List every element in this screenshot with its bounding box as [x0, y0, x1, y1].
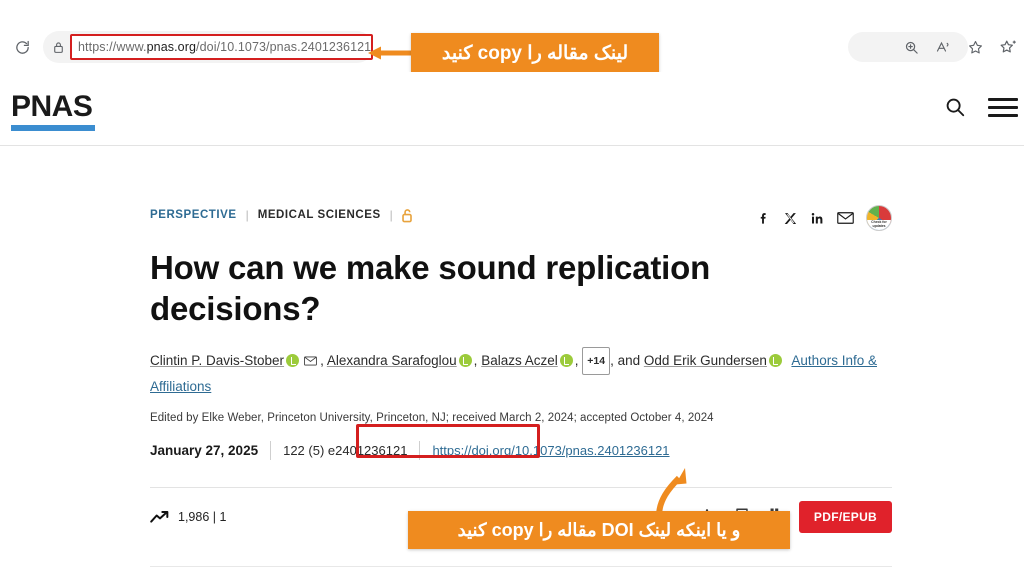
- kicker-separator-2: |: [389, 208, 393, 222]
- pnas-logo-rule: [11, 125, 95, 131]
- browser-window: https://www.pnas.org/doi/10.1073/pnas.24…: [0, 0, 1024, 576]
- pnas-logo[interactable]: PNAS: [11, 92, 95, 131]
- article-subject-label: MEDICAL SCIENCES: [257, 209, 381, 221]
- publication-date: January 27, 2025: [150, 442, 259, 458]
- orcid-icon[interactable]: [559, 354, 573, 367]
- hamburger-menu-icon[interactable]: [988, 97, 1018, 117]
- callout-copy-article-link: لینک مقاله را copy کنید: [411, 33, 659, 73]
- arrow-left-icon: [368, 46, 413, 60]
- doi-link-prefix[interactable]: https://doi.org: [432, 443, 511, 458]
- search-icon[interactable]: [944, 96, 966, 118]
- metrics-value: 1,986 | 1: [178, 509, 227, 524]
- pnas-logo-text: PNAS: [11, 90, 93, 123]
- url-text: https://www.pnas.org/doi/10.1073/pnas.24…: [78, 40, 372, 54]
- article-metrics: 1,986 | 1: [150, 510, 226, 524]
- author-sep-1: ,: [320, 353, 327, 368]
- zoom-icon[interactable]: [896, 32, 926, 62]
- orcid-icon[interactable]: [286, 354, 300, 367]
- site-header: [0, 72, 1024, 146]
- doi-link-suffix[interactable]: /10.1073/pnas.2401236121: [511, 443, 669, 458]
- favorite-star-icon[interactable]: [960, 32, 990, 62]
- social-share-bar: Check for updates: [756, 205, 892, 231]
- collections-icon[interactable]: [992, 32, 1022, 62]
- article-type-link[interactable]: PERSPECTIVE: [150, 209, 237, 221]
- doi-link-wrap: https://doi.org/10.1073/pnas.2401236121: [420, 443, 669, 458]
- pdf-epub-button[interactable]: PDF/EPUB: [798, 500, 892, 533]
- orcid-icon[interactable]: [768, 354, 782, 367]
- lock-icon: [53, 41, 64, 54]
- author-link-4[interactable]: Odd Erik Gundersen: [644, 353, 767, 368]
- author-link-1[interactable]: Clintin P. Davis-Stober: [150, 353, 284, 368]
- reload-icon[interactable]: [5, 30, 39, 64]
- author-sep-3: ,: [574, 353, 583, 368]
- more-authors-badge[interactable]: +14: [582, 347, 611, 375]
- linkedin-icon[interactable]: [810, 211, 825, 226]
- browser-toolbar-actions: [896, 22, 1024, 72]
- author-list: Clintin P. Davis-Stober, Alexandra Saraf…: [150, 347, 892, 399]
- issue-citation: 122 (5) e2401236121: [283, 442, 408, 458]
- x-twitter-icon[interactable]: [783, 211, 798, 226]
- url-highlight-box: https://www.pnas.org/doi/10.1073/pnas.24…: [70, 34, 374, 60]
- author-link-3[interactable]: Balazs Aczel: [481, 353, 558, 368]
- author-link-2[interactable]: Alexandra Sarafoglou: [327, 353, 457, 368]
- trending-up-icon: [150, 510, 170, 524]
- email-icon[interactable]: [837, 211, 854, 225]
- callout-bottom-text: و یا اینکه لینک DOI مقاله را copy کنید: [457, 519, 741, 540]
- address-bar[interactable]: https://www.pnas.org/doi/10.1073/pnas.24…: [43, 31, 374, 63]
- content-divider: [150, 566, 892, 567]
- read-aloud-icon[interactable]: [928, 32, 958, 62]
- article-title: How can we make sound replication decisi…: [150, 249, 711, 327]
- open-access-lock-icon: [402, 208, 414, 223]
- publication-line: January 27, 2025 122 (5) e2401236121 htt…: [150, 437, 892, 463]
- authors-conjunction: , and: [610, 353, 644, 368]
- callout-copy-doi-link: و یا اینکه لینک DOI مقاله را copy کنید: [408, 511, 790, 549]
- corresponding-author-email-icon[interactable]: [304, 350, 317, 374]
- kicker-separator: |: [245, 208, 249, 222]
- callout-top-text: لینک مقاله را copy کنید: [441, 42, 629, 64]
- browser-tab-strip: [0, 0, 1024, 22]
- site-header-actions: [944, 96, 1018, 118]
- altmetric-badge[interactable]: Check for updates: [866, 205, 892, 231]
- facebook-icon[interactable]: [756, 210, 771, 226]
- article-header: PERSPECTIVE | MEDICAL SCIENCES | Check f…: [150, 205, 892, 533]
- editor-line: Edited by Elke Weber, Princeton Universi…: [150, 412, 714, 424]
- orcid-icon[interactable]: [458, 354, 472, 367]
